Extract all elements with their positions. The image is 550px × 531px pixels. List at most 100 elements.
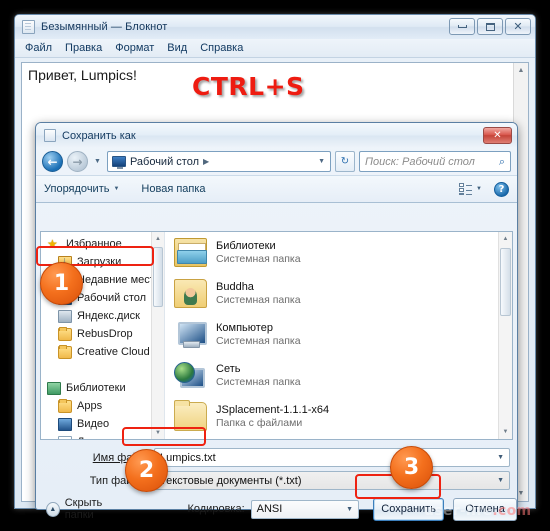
nav-item-label: Недавние места	[77, 274, 161, 286]
folder-icon	[58, 344, 72, 359]
nav-item-documents[interactable]: Документы	[47, 433, 164, 439]
refresh-icon: ↻	[340, 156, 350, 167]
nav-item-creative-cloud[interactable]: Creative Cloud Fi	[47, 343, 164, 361]
folder-icon	[58, 398, 72, 413]
close-icon: ✕	[493, 130, 502, 141]
encoding-value: ANSI	[256, 503, 283, 515]
file-name-value: Lumpics.txt	[160, 451, 216, 464]
dialog-titlebar: Сохранить как ✕	[36, 123, 517, 148]
nav-item-libraries[interactable]: Библиотеки	[47, 379, 164, 397]
file-list-item[interactable]: Библиотеки Системная папка	[165, 232, 512, 273]
navigation-scrollbar[interactable]: ▲ ▼	[151, 232, 164, 439]
notepad-icon	[22, 20, 35, 34]
scroll-up-icon[interactable]: ▲	[499, 232, 512, 246]
dialog-icon	[44, 129, 56, 142]
notepad-window-controls: ✕	[449, 18, 531, 35]
history-dropdown-icon[interactable]: ▼	[92, 158, 103, 165]
file-list-item[interactable]: JSplacement-1.1.1-x64 Папка с файлами	[165, 396, 512, 437]
file-list-item[interactable]: Сеть Системная папка	[165, 355, 512, 396]
refresh-button[interactable]: ↻	[335, 151, 355, 172]
step-badge-2-label: 2	[138, 458, 155, 483]
nav-item-yandex-disk[interactable]: Яндекс.диск	[47, 307, 164, 325]
new-folder-label: Новая папка	[141, 183, 206, 195]
dialog-address-bar: ← → ▼ Рабочий стол ▶ ▼ ↻ Поиск: Рабочий …	[36, 148, 517, 175]
file-list-item[interactable]: Buddha Системная папка	[165, 273, 512, 314]
hide-folders-button[interactable]: ▲ Скрыть папки	[46, 497, 127, 521]
notepad-title: Безымянный — Блокнот	[41, 21, 168, 33]
file-name: JSplacement-1.1.1-x64	[216, 404, 330, 416]
dialog-toolbar: Упорядочить ▼ Новая папка ▼ ?	[36, 175, 517, 203]
step-badge-3-label: 3	[403, 455, 420, 480]
breadcrumb-item[interactable]: Рабочий стол	[130, 156, 199, 168]
chevron-right-icon: ▶	[203, 157, 210, 166]
menu-item-view[interactable]: Вид	[167, 42, 187, 54]
file-name-input[interactable]: Lumpics.txt ▼	[154, 448, 510, 467]
dialog-body: ★ Избранное Загрузки Недавние места Рабо…	[40, 231, 513, 440]
scrollbar-thumb[interactable]	[500, 248, 511, 316]
menu-item-help[interactable]: Справка	[200, 42, 243, 54]
chevron-down-icon[interactable]: ▼	[497, 454, 504, 461]
file-name: Библиотеки	[216, 240, 276, 252]
nav-item-apps[interactable]: Apps	[47, 397, 164, 415]
menu-item-format[interactable]: Формат	[115, 42, 154, 54]
organize-button[interactable]: Упорядочить ▼	[44, 183, 119, 195]
nav-item-label: Creative Cloud Fi	[77, 346, 162, 358]
video-icon	[58, 417, 72, 431]
chevron-down-icon[interactable]: ▼	[346, 506, 353, 513]
step-badge-1-label: 1	[53, 271, 70, 296]
step-badge-1: 1	[40, 262, 83, 305]
file-list-scrollbar[interactable]: ▲ ▼	[498, 232, 512, 439]
file-subtitle: Системная папка	[216, 376, 301, 388]
chevron-down-icon[interactable]: ▼	[497, 477, 504, 484]
file-type-row: Тип файла: Текстовые документы (*.txt) ▼	[36, 471, 517, 490]
scroll-down-icon[interactable]: ▼	[152, 426, 164, 439]
forward-button[interactable]: →	[67, 151, 88, 172]
chevron-down-icon: ▼	[113, 186, 120, 192]
nav-item-favorites[interactable]: ★ Избранное	[47, 235, 164, 253]
help-button[interactable]: ?	[494, 181, 509, 197]
disk-icon	[58, 309, 72, 323]
file-subtitle: Системная папка	[216, 335, 301, 347]
folder-icon	[58, 326, 72, 341]
step-badge-3: 3	[390, 446, 433, 489]
close-button[interactable]: ✕	[505, 18, 531, 35]
watermark: user-life.com	[424, 503, 531, 519]
address-input[interactable]: Рабочий стол ▶ ▼	[106, 151, 331, 172]
chevron-down-icon[interactable]: ▼	[318, 158, 325, 165]
file-name: Сеть	[216, 363, 241, 375]
maximize-button[interactable]	[477, 18, 503, 35]
watermark-domain: .com	[492, 503, 532, 519]
menu-item-file[interactable]: Файл	[25, 42, 52, 54]
notepad-titlebar: Безымянный — Блокнот ✕	[15, 15, 535, 39]
help-icon: ?	[498, 183, 505, 195]
file-list-pane[interactable]: Библиотеки Системная папка Buddha Систем…	[165, 232, 512, 439]
scroll-up-icon[interactable]: ▲	[152, 232, 164, 245]
encoding-label: Кодировка:	[187, 503, 245, 515]
scroll-down-icon[interactable]: ▼	[499, 425, 512, 439]
shortcut-overlay-label: CTRL+S	[192, 72, 305, 101]
scrollbar-thumb[interactable]	[153, 247, 163, 307]
view-list-icon	[459, 183, 473, 195]
nav-item-label: Документы	[77, 436, 134, 439]
nav-item-label: Избранное	[66, 238, 122, 250]
new-folder-button[interactable]: Новая папка	[141, 183, 205, 195]
search-icon: ⌕	[498, 154, 505, 168]
nav-item-video[interactable]: Видео	[47, 415, 164, 433]
minimize-button[interactable]	[449, 18, 475, 35]
nav-item-label: RebusDrop	[77, 328, 133, 340]
nav-item-label: Apps	[77, 400, 103, 412]
encoding-select[interactable]: ANSI ▼	[250, 499, 360, 519]
save-as-dialog: Сохранить как ✕ ← → ▼ Рабочий стол ▶ ▼ ↻…	[35, 122, 518, 521]
file-list-item[interactable]: Компьютер Системная папка	[165, 314, 512, 355]
chevron-down-icon: ▼	[476, 186, 482, 192]
view-options-button[interactable]: ▼	[459, 183, 482, 195]
dialog-close-button[interactable]: ✕	[483, 127, 512, 144]
file-type-select[interactable]: Текстовые документы (*.txt) ▼	[154, 471, 510, 490]
back-button[interactable]: ←	[42, 151, 63, 172]
search-input[interactable]: Поиск: Рабочий стол ⌕	[359, 151, 511, 172]
user-folder-icon	[174, 279, 207, 308]
nav-item-rebusdrop[interactable]: RebusDrop	[47, 325, 164, 343]
scroll-up-icon[interactable]: ▲	[514, 63, 528, 78]
menu-item-edit[interactable]: Правка	[65, 42, 102, 54]
desktop-icon	[111, 156, 126, 169]
